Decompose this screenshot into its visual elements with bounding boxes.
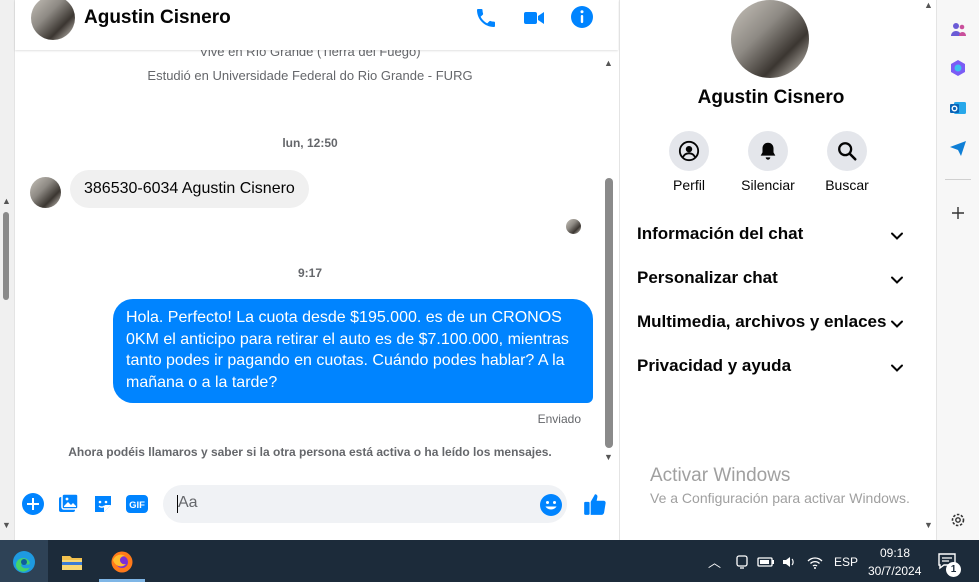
windows-taskbar: ︿ ESP 09:18 30/7/2024 1: [0, 540, 979, 582]
search-label: Buscar: [825, 177, 869, 193]
message-list: Vive en Río Grande (Tierra del Fuego) Es…: [15, 50, 618, 470]
sidebar-divider: [945, 179, 971, 180]
clock-time[interactable]: 09:18: [880, 546, 910, 560]
message-input[interactable]: Aa: [163, 485, 567, 523]
message-composer: GIF Aa: [15, 470, 618, 540]
activate-windows-subtitle: Ve a Configuración para activar Windows.: [650, 490, 910, 506]
contact-name[interactable]: Agustin Cisnero: [84, 7, 231, 29]
search-icon: [838, 142, 857, 161]
section-media-files-links[interactable]: Multimedia, archivos y enlaces: [637, 312, 905, 336]
scroll-up-arrow[interactable]: ▲: [2, 196, 11, 206]
wifi-icon[interactable]: [806, 554, 824, 570]
profile-icon: [678, 140, 700, 162]
video-camera-icon[interactable]: [522, 6, 546, 30]
activate-windows-title: Activar Windows: [650, 465, 791, 486]
input-language[interactable]: ESP: [834, 555, 858, 569]
panel-scrollbar[interactable]: ▲ ▼: [921, 0, 937, 540]
section-label: Multimedia, archivos y enlaces: [637, 312, 887, 331]
search-in-chat-button[interactable]: Buscar: [807, 131, 887, 193]
scroll-up-arrow[interactable]: ▲: [604, 58, 613, 68]
copilot-icon[interactable]: [949, 59, 967, 77]
panel-avatar[interactable]: [731, 0, 809, 78]
outgoing-message-bubble[interactable]: Hola. Perfecto! La cuota desde $195.000.…: [113, 299, 593, 403]
gif-icon[interactable]: GIF: [125, 492, 149, 516]
speaker-icon[interactable]: [781, 554, 797, 570]
contact-avatar[interactable]: [31, 0, 75, 40]
thumbs-up-icon[interactable]: [582, 491, 608, 517]
scroll-up-arrow[interactable]: ▲: [924, 0, 933, 10]
sender-avatar[interactable]: [30, 177, 61, 208]
scroll-thumb[interactable]: [605, 178, 613, 448]
contact-bio-location: Vive en Río Grande (Tierra del Fuego): [199, 50, 421, 59]
people-icon[interactable]: [949, 20, 967, 38]
send-icon[interactable]: [949, 139, 967, 157]
add-icon[interactable]: [949, 204, 967, 222]
info-icon[interactable]: [570, 5, 594, 29]
sent-status: Enviado: [537, 412, 581, 426]
profile-button[interactable]: Perfil: [649, 131, 729, 193]
plus-circle-icon[interactable]: [21, 492, 45, 516]
chevron-up-icon[interactable]: ︿: [708, 552, 721, 571]
firefox-icon[interactable]: [110, 550, 134, 574]
browser-sidebar: [936, 0, 979, 540]
section-privacy-help[interactable]: Privacidad y ayuda: [637, 356, 905, 380]
scroll-thumb[interactable]: [3, 212, 9, 300]
edge-browser-icon: [13, 551, 35, 573]
call-availability-notice: Ahora podéis llamaros y saber si la otra…: [68, 445, 552, 459]
scroll-down-arrow[interactable]: ▼: [604, 452, 613, 462]
image-icon[interactable]: [56, 492, 80, 516]
section-chat-info[interactable]: Información del chat: [637, 224, 905, 248]
message-timestamp: lun, 12:50: [282, 136, 338, 150]
clock-date[interactable]: 30/7/2024: [868, 564, 921, 578]
scroll-down-arrow[interactable]: ▼: [924, 520, 933, 530]
file-explorer-icon[interactable]: [60, 550, 84, 574]
battery-icon[interactable]: [757, 554, 775, 570]
chevron-down-icon: [891, 276, 903, 284]
contact-bio-education: Estudió en Universidade Federal do Rio G…: [147, 68, 473, 83]
incoming-message-bubble[interactable]: 386530-6034 Agustin Cisnero: [70, 170, 309, 208]
phone-icon[interactable]: [474, 6, 498, 30]
section-label: Información del chat: [637, 224, 804, 243]
meet-now-icon[interactable]: [734, 554, 750, 570]
read-receipt-avatar: [566, 219, 581, 234]
gear-icon[interactable]: [949, 511, 967, 529]
profile-label: Perfil: [673, 177, 705, 193]
taskbar-edge-button[interactable]: [0, 540, 48, 582]
outlook-icon[interactable]: [949, 99, 967, 117]
emoji-icon[interactable]: [539, 493, 563, 517]
page-scrollbar[interactable]: ▲ ▼: [0, 0, 15, 540]
mute-label: Silenciar: [741, 177, 795, 193]
message-timestamp: 9:17: [297, 266, 323, 280]
chevron-down-icon: [891, 320, 903, 328]
scroll-down-arrow[interactable]: ▼: [2, 520, 11, 530]
gif-label: GIF: [129, 500, 145, 511]
panel-contact-name: Agustin Cisnero: [697, 87, 845, 108]
chat-scrollbar[interactable]: ▲ ▼: [601, 58, 617, 468]
mute-button[interactable]: Silenciar: [728, 131, 808, 193]
chat-info-panel: Agustin Cisnero Perfil Silenciar Buscar …: [619, 0, 933, 540]
section-label: Personalizar chat: [637, 268, 778, 287]
message-input-placeholder: Aa: [178, 494, 198, 511]
chevron-down-icon: [891, 364, 903, 372]
section-customize-chat[interactable]: Personalizar chat: [637, 268, 905, 292]
chevron-down-icon: [891, 232, 903, 240]
chat-header: Agustin Cisnero: [15, 0, 618, 50]
bell-icon: [760, 142, 776, 160]
sticker-icon[interactable]: [91, 492, 115, 516]
notification-badge: 1: [946, 562, 961, 577]
section-label: Privacidad y ayuda: [637, 356, 792, 375]
